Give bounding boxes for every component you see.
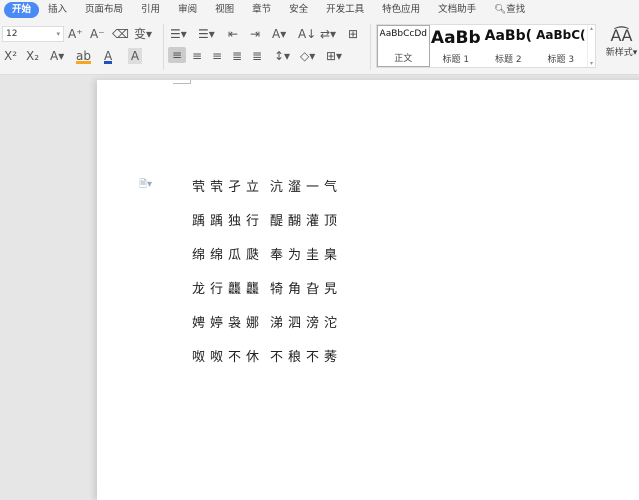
ribbon-tabs: 开始 插入 页面布局 引用 审阅 视图 章节 安全 开发工具 特色应用 文档助手…: [0, 0, 639, 20]
borders-icon[interactable]: ⊞▾: [326, 48, 342, 64]
new-style-icon: A͡A: [610, 26, 633, 45]
font-size-select[interactable]: 12 ▾: [2, 26, 64, 42]
tab-home[interactable]: 开始: [4, 2, 40, 18]
align-right-icon[interactable]: ≡: [212, 48, 222, 64]
tab-references[interactable]: 引用: [132, 2, 169, 18]
justify-icon[interactable]: ≣: [232, 48, 242, 64]
ribbon-toolbar: 12 ▾ A⁺ A⁻ ⌫ 变▾ X² X₂ A▾ ab A A ☰▾ ☰▾ ⇤ ⇥…: [0, 20, 639, 75]
style-normal[interactable]: AaBbCcDd 正文: [377, 25, 430, 67]
grow-font-icon[interactable]: A⁺: [68, 26, 83, 42]
tab-assistant[interactable]: 文档助手: [429, 2, 485, 18]
document-page[interactable]: 🗎︎▾ 茕茕孑立 沆瀣一气 踽踽独行 醍醐灌顶 绵绵瓜瓞 奉为圭臬 龙行龘龘 犄角旮旯 …: [97, 80, 639, 500]
distributed-icon[interactable]: ≣: [252, 48, 262, 64]
text-effect-icon[interactable]: A▾: [50, 48, 64, 64]
paragraph-layout-icon[interactable]: 🗎︎▾: [139, 177, 152, 194]
text-line: 踽踽独行 醍醐灌顶: [192, 214, 343, 229]
tab-review[interactable]: 审阅: [169, 2, 206, 18]
divider: [163, 24, 164, 70]
table-border-icon[interactable]: ⊞: [348, 26, 358, 42]
style-heading-1[interactable]: AaBb 标题 1: [430, 25, 483, 67]
superscript-icon[interactable]: X²: [4, 48, 17, 64]
text-line: 绵绵瓜瓞 奉为圭臬: [192, 248, 343, 263]
tab-section[interactable]: 章节: [243, 2, 280, 18]
char-shading-icon[interactable]: A: [128, 48, 142, 64]
clear-format-icon[interactable]: ⌫: [112, 26, 129, 42]
bullet-list-icon[interactable]: ☰▾: [170, 26, 187, 42]
numbered-list-icon[interactable]: ☰▾: [198, 26, 215, 42]
chevron-down-icon: ▾: [56, 30, 60, 38]
sort-icon[interactable]: A↓: [298, 26, 316, 42]
tab-insert[interactable]: 插入: [39, 2, 76, 18]
document-body[interactable]: 茕茕孑立 沆瀣一气 踽踽独行 醍醐灌顶 绵绵瓜瓞 奉为圭臬 龙行龘龘 犄角旮旯 娉婷袅娜…: [192, 176, 342, 380]
text-line: 呶呶不休 不稂不莠: [192, 350, 343, 365]
align-left-icon[interactable]: ≡: [168, 47, 186, 63]
shading-icon[interactable]: ◇▾: [300, 48, 315, 64]
tab-find[interactable]: 🔍︎查找: [485, 2, 534, 18]
tab-special[interactable]: 特色应用: [373, 2, 429, 18]
text-line: 茕茕孑立 沆瀣一气: [192, 180, 343, 195]
new-style-button[interactable]: A͡A 新样式▾: [604, 26, 639, 58]
divider: [370, 24, 371, 70]
tab-security[interactable]: 安全: [280, 2, 317, 18]
show-marks-icon[interactable]: ⇄▾: [320, 26, 336, 42]
search-icon: 🔍︎: [494, 4, 507, 15]
margin-marker: [173, 80, 191, 84]
style-scrollbar[interactable]: ▴ ▾: [587, 25, 595, 67]
shrink-font-icon[interactable]: A⁻: [90, 26, 105, 42]
font-color-icon[interactable]: A: [104, 48, 113, 64]
increase-indent-icon[interactable]: ⇥: [250, 26, 260, 42]
tab-page-layout[interactable]: 页面布局: [76, 2, 132, 18]
text-line: 娉婷袅娜 涕泗滂沱: [192, 316, 343, 331]
style-gallery: AaBbCcDd 正文 AaBb 标题 1 AaBb(标题 2 AaBbC(标题 3…: [376, 24, 596, 68]
font-spacing-icon[interactable]: A▾: [272, 26, 286, 42]
phonetic-icon[interactable]: 变▾: [134, 26, 152, 42]
align-center-icon[interactable]: ≡: [192, 48, 202, 64]
style-heading-2[interactable]: AaBb(标题 2: [482, 25, 535, 67]
highlight-icon[interactable]: ab: [76, 48, 91, 64]
tab-view[interactable]: 视图: [206, 2, 243, 18]
decrease-indent-icon[interactable]: ⇤: [228, 26, 238, 42]
tab-developer[interactable]: 开发工具: [317, 2, 373, 18]
style-heading-3[interactable]: AaBbC(标题 3: [535, 25, 588, 67]
text-line: 龙行龘龘 犄角旮旯: [192, 282, 343, 297]
line-spacing-icon[interactable]: ↕▾: [274, 48, 290, 64]
subscript-icon[interactable]: X₂: [26, 48, 39, 64]
